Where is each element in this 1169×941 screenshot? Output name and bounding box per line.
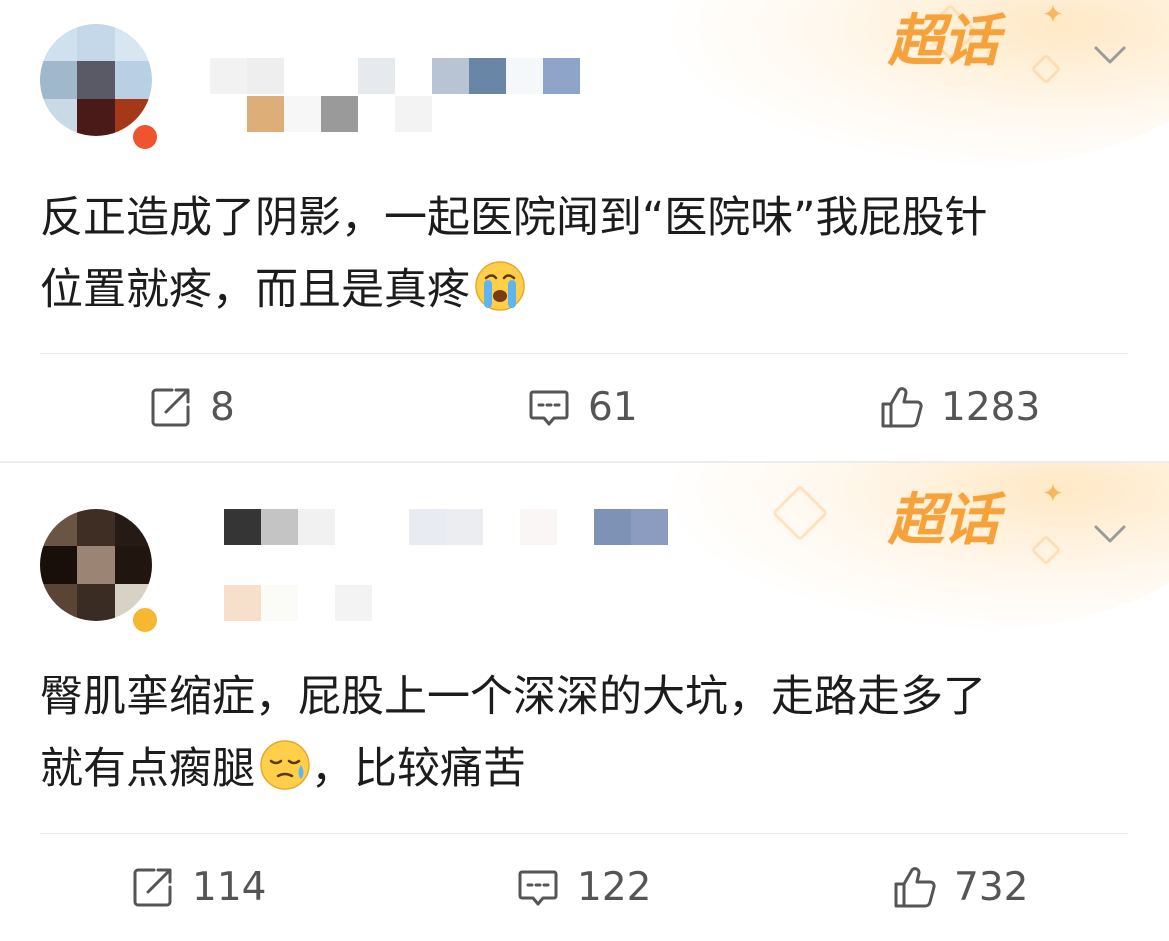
comment-count: 122 [577,864,652,910]
like-button[interactable]: 732 [892,862,1028,912]
divider [40,353,1128,354]
post-text-segment: 就有点瘸腿 [40,744,255,794]
like-button[interactable]: 1283 [879,382,1040,432]
repost-count: 8 [210,384,235,430]
sad-relieved-face-icon [260,740,310,790]
thumbs-up-icon [894,867,936,908]
repost-button[interactable]: 114 [130,862,266,912]
sparkle-icon: ✦ [1042,479,1064,509]
post-text-segment: 位置就疼，而且是真疼 [40,265,470,315]
comment-count: 61 [588,384,638,430]
repost-icon [151,388,190,427]
post-text-line: 就有点瘸腿 ，比较痛苦 [40,733,1140,805]
divider [40,833,1128,834]
post-text-segment: ，比较痛苦 [311,744,526,794]
post-text-line: 臀肌挛缩症，屁股上一个深深的大坑，走路走多了 [40,672,986,722]
post-text-line: 反正造成了阴影，一起医院闻到“医院味”我屁股针 [40,193,988,243]
verified-badge-icon [130,605,160,635]
crying-face-icon [475,261,525,311]
chevron-down-icon[interactable] [1090,519,1130,549]
post-meta-obscured [224,585,409,621]
like-count: 1283 [941,384,1041,430]
avatar[interactable] [40,509,152,621]
super-topic-tag[interactable]: 超话 [888,14,999,70]
feed-post: 超话 ✦ 反正造成了阴影，一起医院闻到“医院味”我屁股针 位置就疼，而且是真疼 … [0,0,1169,462]
username-obscured[interactable] [224,509,668,545]
username-obscured[interactable] [210,58,580,94]
thumbs-up-icon [881,387,923,428]
post-text: 臀肌挛缩症，屁股上一个深深的大坑，走路走多了 就有点瘸腿 ，比较痛苦 [40,661,1140,805]
comment-button[interactable]: 61 [526,382,638,432]
repost-button[interactable]: 8 [148,382,235,432]
avatar[interactable] [40,24,152,136]
post-text-line: 位置就疼，而且是真疼 [40,254,1140,326]
verified-badge-icon [130,122,160,152]
like-count: 732 [954,864,1029,910]
comment-button[interactable]: 122 [515,862,651,912]
post-text: 反正造成了阴影，一起医院闻到“医院味”我屁股针 位置就疼，而且是真疼 [40,182,1140,326]
feed-post: 超话 ✦ 臀肌挛缩症，屁股上一个深深的大坑，走路走多了 就有点瘸腿 ，比较痛苦 … [0,463,1169,941]
comment-icon [529,390,569,426]
chevron-down-icon[interactable] [1090,40,1130,70]
super-topic-tag[interactable]: 超话 [888,493,999,549]
sparkle-icon: ✦ [1042,0,1064,30]
repost-icon [133,868,172,907]
repost-count: 114 [192,864,267,910]
comment-icon [518,870,558,906]
post-meta-obscured [210,96,432,132]
